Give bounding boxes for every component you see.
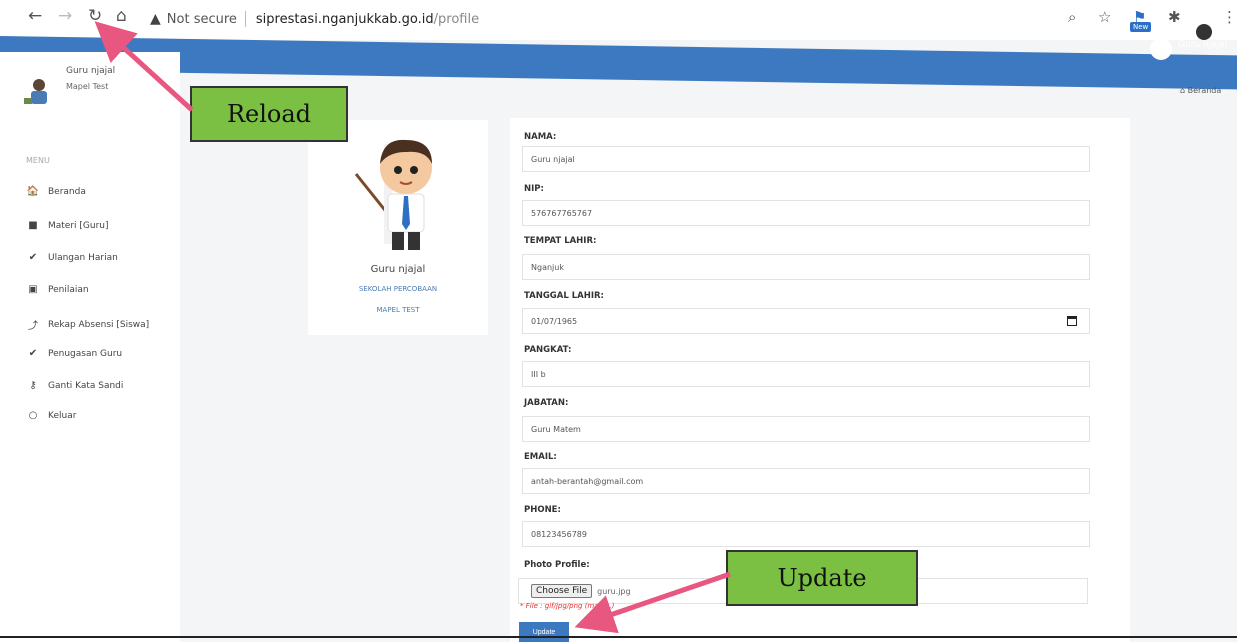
profile-name: Guru njajal: [370, 264, 426, 275]
phone-label: PHONE:: [524, 505, 561, 515]
pangkat-label: PANGKAT:: [524, 345, 572, 355]
sidebar-item-ulangan[interactable]: ✔ Ulangan Harian: [26, 252, 118, 263]
email-field[interactable]: antah-berantah@gmail.com: [522, 468, 1090, 494]
puzzle-icon[interactable]: ✱: [1168, 8, 1181, 26]
sidebar-item-rekap-absensi[interactable]: ⤴ Rekap Absensi [Siswa]: [26, 317, 150, 333]
update-callout: Update: [726, 550, 918, 606]
sidebar-user-mapel: Mapel Test: [66, 82, 109, 91]
folder-icon: ■: [28, 220, 38, 231]
topbar-username[interactable]: Guru njajal: [1178, 40, 1227, 50]
photo-profile-label: Photo Profile:: [524, 560, 590, 570]
sidebar-item-label: Keluar: [48, 410, 77, 421]
back-icon[interactable]: ←: [28, 6, 42, 26]
reload-icon[interactable]: ↻: [88, 6, 102, 26]
sidebar-item-label: Materi [Guru]: [48, 220, 109, 231]
choose-file-button[interactable]: Choose File: [531, 584, 593, 598]
tanggal-lahir-value: 01/07/1965: [531, 316, 578, 326]
breadcrumb-label: Beranda: [1187, 86, 1222, 95]
sidebar-item-label: Ganti Kata Sandi: [48, 380, 124, 391]
zoom-icon[interactable]: ⌕: [1068, 8, 1076, 26]
check-icon: ✔: [28, 348, 38, 359]
menu-dots-icon[interactable]: ⋮: [1222, 8, 1237, 26]
url-path: /profile: [433, 11, 480, 27]
pangkat-field[interactable]: III b: [522, 361, 1090, 387]
bottom-border: [0, 636, 1237, 638]
topbar-avatar[interactable]: [1150, 38, 1172, 60]
phone-field[interactable]: 08123456789: [522, 521, 1090, 547]
sidebar: Guru njajal Mapel Test MENU 🏠 Beranda ■ …: [0, 52, 180, 642]
sidebar-item-label: Ulangan Harian: [48, 252, 118, 263]
jabatan-label: JABATAN:: [524, 398, 569, 408]
app-topbar: [0, 36, 1237, 90]
profile-card: Guru njajal SEKOLAH PERCOBAAN MAPEL TEST: [308, 120, 488, 335]
selected-file-name: guru.jpg: [597, 586, 631, 596]
tempat-lahir-field[interactable]: Nganjuk: [522, 254, 1090, 280]
sidebar-item-keluar[interactable]: ○ Keluar: [26, 410, 77, 421]
key-icon: ⚷: [29, 380, 37, 391]
sidebar-item-label: Rekap Absensi [Siswa]: [48, 319, 150, 330]
address-bar[interactable]: ▲ Not secure siprestasi.nganjukkab.go.id…: [150, 8, 479, 30]
home-icon: 🏠: [26, 186, 40, 197]
nip-field[interactable]: 576767765767: [522, 200, 1090, 226]
grade-icon: ▣: [28, 284, 38, 295]
file-hint: * File : gif/jpg/png (max ...): [520, 602, 615, 610]
email-label: EMAIL:: [524, 452, 557, 462]
sidebar-item-beranda[interactable]: 🏠 Beranda: [26, 186, 86, 197]
forward-icon[interactable]: →: [58, 6, 72, 26]
url-host: siprestasi.nganjukkab.go.id: [255, 11, 434, 27]
sidebar-item-ganti-sandi[interactable]: ⚷ Ganti Kata Sandi: [26, 380, 123, 391]
sidebar-user-name: Guru njajal: [66, 66, 116, 76]
chart-icon: ⤴: [28, 321, 38, 332]
teacher-illustration: [354, 139, 432, 250]
update-button[interactable]: Update: [519, 622, 569, 642]
warning-icon: ▲: [150, 11, 161, 27]
browser-toolbar: ← → ↻ ⌂ ▲ Not secure siprestasi.nganjukk…: [0, 0, 1237, 40]
browser-profile-avatar[interactable]: [1196, 24, 1212, 40]
nama-label: NAMA:: [524, 132, 557, 142]
home-icon[interactable]: ⌂: [116, 6, 127, 26]
sidebar-item-label: Penugasan Guru: [48, 348, 123, 359]
bookmark-star-icon[interactable]: ☆: [1098, 8, 1111, 26]
jabatan-field[interactable]: Guru Matem: [522, 416, 1090, 442]
tanggal-lahir-label: TANGGAL LAHIR:: [524, 291, 604, 301]
new-badge: New: [1130, 22, 1152, 32]
sidebar-item-materi[interactable]: ■ Materi [Guru]: [26, 220, 109, 231]
sidebar-item-penilaian[interactable]: ▣ Penilaian: [26, 284, 89, 295]
tanggal-lahir-field[interactable]: 01/07/1965: [522, 308, 1090, 334]
avatar: [24, 79, 47, 104]
reload-callout: Reload: [190, 86, 348, 142]
power-icon: ○: [28, 410, 38, 421]
profile-school: SEKOLAH PERCOBAAN: [358, 285, 438, 293]
nip-label: NIP:: [524, 184, 544, 194]
sidebar-item-penugasan[interactable]: ✔ Penugasan Guru: [26, 348, 122, 359]
calendar-icon[interactable]: [1067, 316, 1077, 326]
sidebar-item-label: Beranda: [48, 186, 86, 197]
nama-field[interactable]: Guru njajal: [522, 146, 1090, 172]
breadcrumb[interactable]: ⌂ Beranda: [1180, 86, 1221, 95]
not-secure-label: Not secure: [166, 11, 237, 27]
sidebar-item-label: Penilaian: [48, 284, 89, 295]
home-icon: ⌂: [1180, 86, 1188, 95]
tempat-lahir-label: TEMPAT LAHIR:: [524, 236, 597, 246]
sidebar-menu-heading: MENU: [26, 156, 50, 165]
profile-mapel: MAPEL TEST: [376, 306, 420, 314]
check-icon: ✔: [28, 252, 38, 263]
url-divider: [244, 11, 246, 27]
